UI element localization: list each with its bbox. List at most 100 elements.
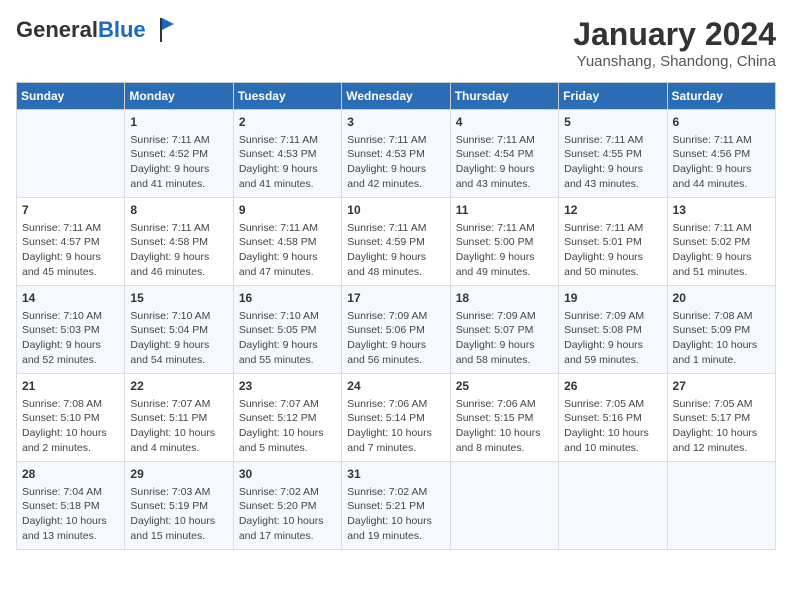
day-number: 14: [22, 290, 119, 307]
logo: GeneralBlue: [16, 16, 176, 44]
day-number: 3: [347, 114, 444, 131]
day-header-friday: Friday: [559, 83, 667, 110]
cell-sun-info: Sunrise: 7:11 AM Sunset: 4:52 PM Dayligh…: [130, 133, 227, 192]
day-number: 25: [456, 378, 553, 395]
calendar-cell: 30Sunrise: 7:02 AM Sunset: 5:20 PM Dayli…: [233, 462, 341, 550]
day-number: 4: [456, 114, 553, 131]
day-number: 5: [564, 114, 661, 131]
calendar-cell: 14Sunrise: 7:10 AM Sunset: 5:03 PM Dayli…: [17, 286, 125, 374]
day-number: 27: [673, 378, 770, 395]
day-number: 19: [564, 290, 661, 307]
day-number: 2: [239, 114, 336, 131]
day-number: 22: [130, 378, 227, 395]
day-header-wednesday: Wednesday: [342, 83, 450, 110]
day-number: 21: [22, 378, 119, 395]
calendar-cell: 18 Sunrise: 7:09 AM Sunset: 5:07 PM Dayli…: [450, 286, 558, 374]
location-subtitle: Yuanshang, Shandong, China: [573, 53, 776, 70]
day-number: 1: [130, 114, 227, 131]
logo-general-text: General: [16, 17, 98, 42]
cell-sun-info: Sunrise: 7:10 AM Sunset: 5:04 PM Dayligh…: [130, 309, 227, 368]
day-header-tuesday: Tuesday: [233, 83, 341, 110]
calendar-cell: 23 Sunrise: 7:07 AM Sunset: 5:12 PM Dayli…: [233, 374, 341, 462]
calendar-cell: 10 Sunrise: 7:11 AM Sunset: 4:59 PM Dayli…: [342, 198, 450, 286]
calendar-week-row: 1 Sunrise: 7:11 AM Sunset: 4:52 PM Daylig…: [17, 110, 776, 198]
calendar-cell: 22 Sunrise: 7:07 AM Sunset: 5:11 PM Dayli…: [125, 374, 233, 462]
logo-flag-icon: [148, 16, 176, 44]
calendar-week-row: 7Sunrise: 7:11 AM Sunset: 4:57 PM Daylig…: [17, 198, 776, 286]
day-number: 18: [456, 290, 553, 307]
calendar-cell: 25 Sunrise: 7:06 AM Sunset: 5:15 PM Dayli…: [450, 374, 558, 462]
calendar-cell: 6 Sunrise: 7:11 AM Sunset: 4:56 PM Daylig…: [667, 110, 775, 198]
day-number: 7: [22, 202, 119, 219]
day-number: 12: [564, 202, 661, 219]
calendar-cell: [559, 462, 667, 550]
calendar-cell: 31Sunrise: 7:02 AM Sunset: 5:21 PM Dayli…: [342, 462, 450, 550]
cell-sun-info: Sunrise: 7:11 AM Sunset: 5:02 PM Dayligh…: [673, 221, 770, 280]
cell-sun-info: Sunrise: 7:09 AM Sunset: 5:06 PM Dayligh…: [347, 309, 444, 368]
cell-sun-info: Sunrise: 7:10 AM Sunset: 5:05 PM Dayligh…: [239, 309, 336, 368]
calendar-cell: 19Sunrise: 7:09 AM Sunset: 5:08 PM Dayli…: [559, 286, 667, 374]
day-number: 20: [673, 290, 770, 307]
calendar-cell: 5 Sunrise: 7:11 AM Sunset: 4:55 PM Daylig…: [559, 110, 667, 198]
month-year-title: January 2024: [573, 16, 776, 53]
cell-sun-info: Sunrise: 7:05 AM Sunset: 5:16 PM Dayligh…: [564, 397, 661, 456]
day-number: 6: [673, 114, 770, 131]
calendar-cell: 11Sunrise: 7:11 AM Sunset: 5:00 PM Dayli…: [450, 198, 558, 286]
cell-sun-info: Sunrise: 7:11 AM Sunset: 4:53 PM Dayligh…: [347, 133, 444, 192]
calendar-cell: 16 Sunrise: 7:10 AM Sunset: 5:05 PM Dayli…: [233, 286, 341, 374]
cell-sun-info: Sunrise: 7:11 AM Sunset: 4:56 PM Dayligh…: [673, 133, 770, 192]
day-number: 17: [347, 290, 444, 307]
day-number: 29: [130, 466, 227, 483]
calendar-cell: 26 Sunrise: 7:05 AM Sunset: 5:16 PM Dayli…: [559, 374, 667, 462]
cell-sun-info: Sunrise: 7:03 AM Sunset: 5:19 PM Dayligh…: [130, 485, 227, 544]
day-number: 8: [130, 202, 227, 219]
calendar-week-row: 21 Sunrise: 7:08 AM Sunset: 5:10 PM Dayli…: [17, 374, 776, 462]
cell-sun-info: Sunrise: 7:08 AM Sunset: 5:09 PM Dayligh…: [673, 309, 770, 368]
cell-sun-info: Sunrise: 7:06 AM Sunset: 5:15 PM Dayligh…: [456, 397, 553, 456]
calendar-cell: 13 Sunrise: 7:11 AM Sunset: 5:02 PM Dayli…: [667, 198, 775, 286]
day-number: 13: [673, 202, 770, 219]
calendar-table: SundayMondayTuesdayWednesdayThursdayFrid…: [16, 82, 776, 550]
calendar-cell: [450, 462, 558, 550]
calendar-cell: 12 Sunrise: 7:11 AM Sunset: 5:01 PM Dayli…: [559, 198, 667, 286]
calendar-cell: [667, 462, 775, 550]
logo-blue-text: Blue: [98, 17, 146, 42]
day-number: 15: [130, 290, 227, 307]
calendar-cell: 21 Sunrise: 7:08 AM Sunset: 5:10 PM Dayli…: [17, 374, 125, 462]
cell-sun-info: Sunrise: 7:06 AM Sunset: 5:14 PM Dayligh…: [347, 397, 444, 456]
calendar-cell: 15 Sunrise: 7:10 AM Sunset: 5:04 PM Dayli…: [125, 286, 233, 374]
title-block: January 2024 Yuanshang, Shandong, China: [573, 16, 776, 70]
calendar-cell: 9Sunrise: 7:11 AM Sunset: 4:58 PM Daylig…: [233, 198, 341, 286]
day-number: 9: [239, 202, 336, 219]
calendar-week-row: 28 Sunrise: 7:04 AM Sunset: 5:18 PM Dayli…: [17, 462, 776, 550]
calendar-cell: 28 Sunrise: 7:04 AM Sunset: 5:18 PM Dayli…: [17, 462, 125, 550]
day-number: 11: [456, 202, 553, 219]
day-number: 23: [239, 378, 336, 395]
day-number: 26: [564, 378, 661, 395]
cell-sun-info: Sunrise: 7:11 AM Sunset: 4:55 PM Dayligh…: [564, 133, 661, 192]
calendar-cell: 24Sunrise: 7:06 AM Sunset: 5:14 PM Dayli…: [342, 374, 450, 462]
cell-sun-info: Sunrise: 7:11 AM Sunset: 5:01 PM Dayligh…: [564, 221, 661, 280]
calendar-cell: 4 Sunrise: 7:11 AM Sunset: 4:54 PM Daylig…: [450, 110, 558, 198]
cell-sun-info: Sunrise: 7:09 AM Sunset: 5:07 PM Dayligh…: [456, 309, 553, 368]
page-header: GeneralBlue January 2024 Yuanshang, Shan…: [16, 16, 776, 70]
cell-sun-info: Sunrise: 7:08 AM Sunset: 5:10 PM Dayligh…: [22, 397, 119, 456]
calendar-cell: 8 Sunrise: 7:11 AM Sunset: 4:58 PM Daylig…: [125, 198, 233, 286]
cell-sun-info: Sunrise: 7:11 AM Sunset: 4:54 PM Dayligh…: [456, 133, 553, 192]
day-number: 16: [239, 290, 336, 307]
cell-sun-info: Sunrise: 7:11 AM Sunset: 4:59 PM Dayligh…: [347, 221, 444, 280]
cell-sun-info: Sunrise: 7:07 AM Sunset: 5:12 PM Dayligh…: [239, 397, 336, 456]
cell-sun-info: Sunrise: 7:04 AM Sunset: 5:18 PM Dayligh…: [22, 485, 119, 544]
calendar-cell: 17 Sunrise: 7:09 AM Sunset: 5:06 PM Dayli…: [342, 286, 450, 374]
day-header-saturday: Saturday: [667, 83, 775, 110]
day-header-thursday: Thursday: [450, 83, 558, 110]
day-header-monday: Monday: [125, 83, 233, 110]
calendar-cell: 3 Sunrise: 7:11 AM Sunset: 4:53 PM Daylig…: [342, 110, 450, 198]
calendar-cell: 2Sunrise: 7:11 AM Sunset: 4:53 PM Daylig…: [233, 110, 341, 198]
day-number: 10: [347, 202, 444, 219]
cell-sun-info: Sunrise: 7:11 AM Sunset: 4:58 PM Dayligh…: [130, 221, 227, 280]
day-number: 28: [22, 466, 119, 483]
calendar-week-row: 14Sunrise: 7:10 AM Sunset: 5:03 PM Dayli…: [17, 286, 776, 374]
cell-sun-info: Sunrise: 7:07 AM Sunset: 5:11 PM Dayligh…: [130, 397, 227, 456]
calendar-cell: 29 Sunrise: 7:03 AM Sunset: 5:19 PM Dayli…: [125, 462, 233, 550]
